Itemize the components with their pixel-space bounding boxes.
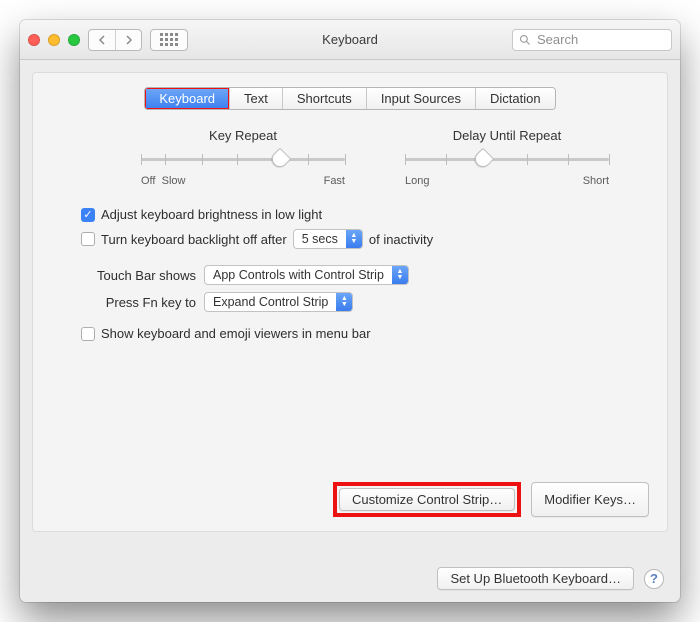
panel-buttons: Customize Control Strip… Modifier Keys… — [333, 482, 649, 517]
checkbox-viewers[interactable] — [81, 327, 95, 341]
settings-panel: Keyboard Text Shortcuts Input Sources Di… — [32, 72, 668, 532]
chevron-updown-icon: ▲▼ — [346, 230, 362, 248]
key-repeat-title: Key Repeat — [141, 128, 345, 143]
label-brightness: Adjust keyboard brightness in low light — [101, 207, 322, 222]
grid-icon — [160, 33, 178, 46]
bluetooth-keyboard-button[interactable]: Set Up Bluetooth Keyboard… — [437, 567, 634, 590]
checkbox-backlight[interactable] — [81, 232, 95, 246]
select-backlight-delay-value: 5 secs — [302, 232, 338, 246]
forward-button[interactable] — [115, 30, 141, 50]
titlebar: Keyboard Search — [20, 20, 680, 60]
nav-back-forward — [88, 29, 142, 51]
tab-text[interactable]: Text — [229, 88, 282, 109]
sliders-row: Key Repeat Off Slow Fast — [141, 128, 609, 187]
key-repeat-slow-label: Slow — [162, 175, 186, 187]
label-fn: Press Fn key to — [81, 295, 196, 310]
label-touchbar: Touch Bar shows — [81, 268, 196, 283]
delay-track[interactable] — [405, 149, 609, 173]
chevron-updown-icon: ▲▼ — [392, 266, 408, 284]
minimize-icon[interactable] — [48, 34, 60, 46]
select-fn-key[interactable]: Expand Control Strip ▲▼ — [204, 292, 353, 312]
chevron-updown-icon: ▲▼ — [336, 293, 352, 311]
close-icon[interactable] — [28, 34, 40, 46]
search-placeholder: Search — [537, 32, 578, 47]
select-backlight-delay[interactable]: 5 secs ▲▼ — [293, 229, 363, 249]
tab-input-sources[interactable]: Input Sources — [366, 88, 475, 109]
select-touchbar-value: App Controls with Control Strip — [213, 268, 384, 282]
search-input[interactable]: Search — [512, 29, 672, 51]
delay-long-label: Long — [405, 175, 429, 187]
delay-title: Delay Until Repeat — [405, 128, 609, 143]
tab-shortcuts[interactable]: Shortcuts — [282, 88, 366, 109]
options-rows: ✓ Adjust keyboard brightness in low ligh… — [81, 207, 649, 341]
traffic-lights — [28, 34, 80, 46]
show-all-button[interactable] — [150, 29, 188, 51]
back-button[interactable] — [89, 30, 115, 50]
label-backlight-b: of inactivity — [369, 232, 433, 247]
tabs: Keyboard Text Shortcuts Input Sources Di… — [144, 87, 555, 110]
search-icon — [519, 34, 531, 46]
chevron-left-icon — [98, 35, 106, 45]
window-footer: Set Up Bluetooth Keyboard… ? — [437, 567, 664, 590]
modifier-keys-button[interactable]: Modifier Keys… — [531, 482, 649, 517]
tab-dictation[interactable]: Dictation — [475, 88, 555, 109]
preferences-window: Keyboard Search Keyboard Text Shortcuts … — [20, 20, 680, 602]
select-touchbar-shows[interactable]: App Controls with Control Strip ▲▼ — [204, 265, 409, 285]
checkbox-brightness[interactable]: ✓ — [81, 208, 95, 222]
key-repeat-slider: Key Repeat Off Slow Fast — [141, 128, 345, 187]
label-viewers: Show keyboard and emoji viewers in menu … — [101, 326, 371, 341]
select-fn-value: Expand Control Strip — [213, 295, 328, 309]
content-area: Keyboard Text Shortcuts Input Sources Di… — [20, 60, 680, 544]
chevron-right-icon — [125, 35, 133, 45]
delay-slider: Delay Until Repeat Long Short — [405, 128, 609, 187]
delay-short-label: Short — [583, 175, 609, 187]
zoom-icon[interactable] — [68, 34, 80, 46]
help-button[interactable]: ? — [644, 569, 664, 589]
key-repeat-track[interactable] — [141, 149, 345, 173]
key-repeat-fast-label: Fast — [324, 175, 345, 187]
customize-control-strip-button[interactable]: Customize Control Strip… — [339, 488, 515, 511]
label-backlight-a: Turn keyboard backlight off after — [101, 232, 287, 247]
key-repeat-off-label: Off — [141, 175, 155, 187]
tab-keyboard[interactable]: Keyboard — [145, 88, 229, 109]
